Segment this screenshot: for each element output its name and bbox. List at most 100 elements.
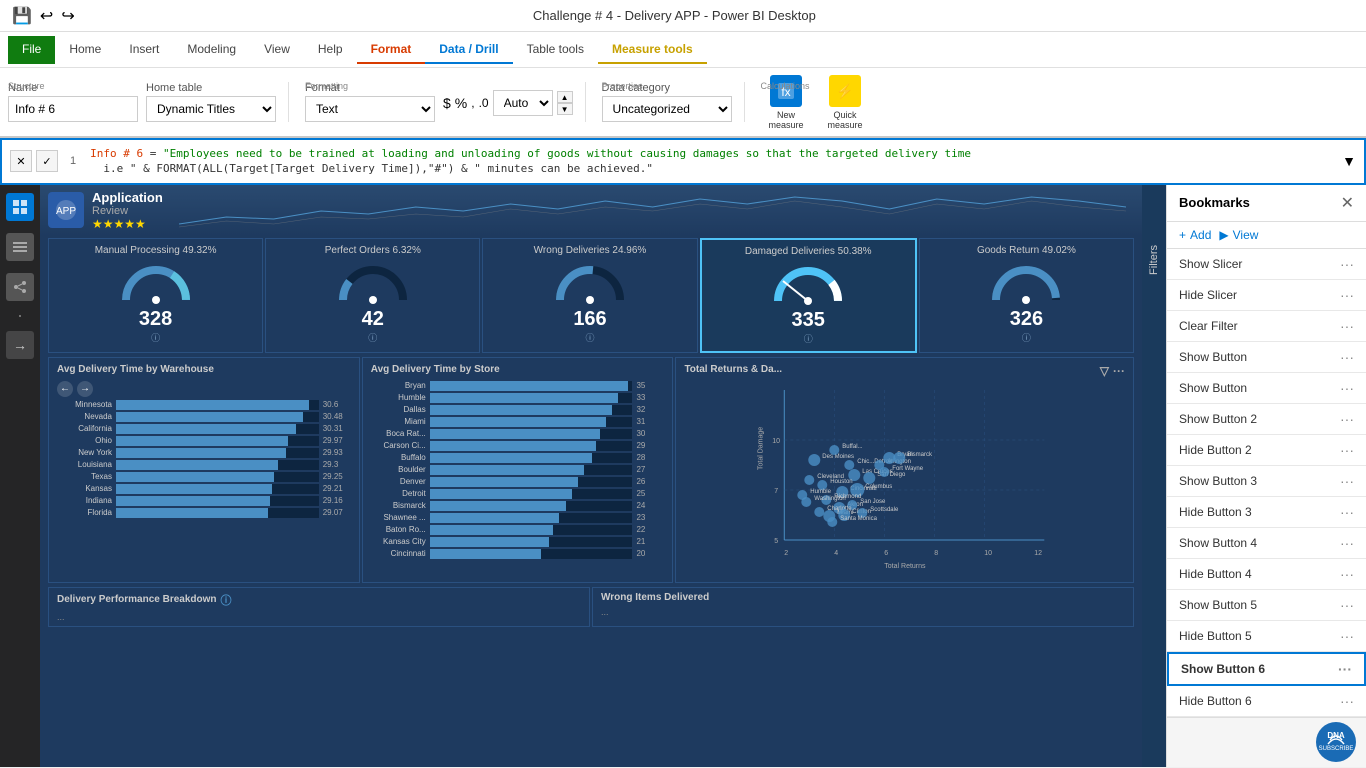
chart-delivery-performance[interactable]: Delivery Performance Breakdown ⓘ ...: [48, 587, 590, 627]
bookmark-item[interactable]: Show Button 3 ···: [1167, 466, 1366, 497]
bookmark-more-btn[interactable]: ···: [1340, 693, 1354, 709]
bar-inner: [430, 393, 619, 403]
chart-wrong-items[interactable]: Wrong Items Delivered ...: [592, 587, 1134, 627]
bookmark-item[interactable]: Show Button 4 ···: [1167, 528, 1366, 559]
svg-text:Fort Wayne: Fort Wayne: [893, 466, 924, 472]
bookmark-item[interactable]: Show Button 6 ···: [1167, 652, 1366, 686]
tab-modeling[interactable]: Modeling: [173, 36, 250, 64]
bar-outer: [430, 465, 633, 475]
sidebar-data-icon[interactable]: [6, 233, 34, 261]
bookmark-more-btn[interactable]: ···: [1340, 442, 1354, 458]
kpi-goods-return[interactable]: Goods Return 49.02% 326 ⓘ: [919, 238, 1134, 353]
tab-insert[interactable]: Insert: [115, 36, 173, 64]
filter-icon[interactable]: ▽: [1100, 364, 1109, 378]
bookmark-item[interactable]: Show Button ···: [1167, 373, 1366, 404]
home-table-select[interactable]: Dynamic Titles: [146, 96, 276, 122]
bookmarks-view-btn[interactable]: ▶ View: [1219, 228, 1258, 242]
bookmark-more-btn[interactable]: ···: [1340, 411, 1354, 427]
bar-outer: [116, 460, 319, 470]
chart-prev-btn[interactable]: ←: [57, 381, 73, 397]
chart-store[interactable]: Avg Delivery Time by Store Bryan 35 Humb…: [362, 357, 674, 583]
name-input[interactable]: [8, 96, 138, 122]
more-icon[interactable]: ···: [1113, 364, 1125, 378]
kpi-title-1: Perfect Orders 6.32%: [276, 245, 469, 256]
bookmark-item[interactable]: Hide Button 3 ···: [1167, 497, 1366, 528]
formula-expand-btn[interactable]: ▼: [1342, 153, 1356, 169]
svg-text:Humble: Humble: [811, 489, 832, 495]
increase-btn[interactable]: ▲: [557, 91, 573, 103]
tab-home[interactable]: Home: [55, 36, 115, 64]
formula-text[interactable]: Info # 6 = "Employees need to be trained…: [88, 144, 1334, 179]
bookmarks-close-btn[interactable]: ✕: [1341, 193, 1354, 213]
bookmark-item[interactable]: Show Button 2 ···: [1167, 404, 1366, 435]
bookmark-item[interactable]: Hide Button 6 ···: [1167, 686, 1366, 717]
currency-icon[interactable]: $: [443, 95, 451, 111]
bookmark-more-btn[interactable]: ···: [1340, 597, 1354, 613]
undo-icon[interactable]: ↩: [40, 6, 53, 26]
bookmark-more-btn[interactable]: ···: [1340, 287, 1354, 303]
bookmark-more-btn[interactable]: ···: [1340, 256, 1354, 272]
chart-warehouse[interactable]: Avg Delivery Time by Warehouse ← → Minne…: [48, 357, 360, 583]
sparkline-container: [179, 189, 1126, 232]
decrease-decimal-icon[interactable]: .0: [479, 96, 489, 110]
kpi-manual-processing[interactable]: Manual Processing 49.32% 328 ⓘ: [48, 238, 263, 353]
chart-next-btn[interactable]: →: [77, 381, 93, 397]
bar-inner: [430, 477, 578, 487]
bookmark-item[interactable]: Clear Filter ···: [1167, 311, 1366, 342]
format-select[interactable]: Text: [305, 96, 435, 122]
sidebar-report-icon[interactable]: [6, 193, 34, 221]
kpi-gauge-3: [768, 261, 848, 306]
bookmark-more-btn[interactable]: ···: [1340, 504, 1354, 520]
bookmark-more-btn[interactable]: ···: [1340, 318, 1354, 334]
tab-help[interactable]: Help: [304, 36, 357, 64]
bookmark-item[interactable]: Hide Button 2 ···: [1167, 435, 1366, 466]
bookmark-item[interactable]: Hide Slicer ···: [1167, 280, 1366, 311]
bookmark-more-btn[interactable]: ···: [1338, 661, 1352, 677]
chart-scatter[interactable]: Total Returns & Da... ▽ ··· Total Damage…: [675, 357, 1134, 583]
sidebar-divider: [19, 315, 21, 317]
decrease-btn[interactable]: ▼: [557, 103, 573, 115]
tab-file[interactable]: File: [8, 36, 55, 64]
bookmarks-add-btn[interactable]: + Add: [1179, 228, 1211, 242]
tab-format[interactable]: Format: [357, 36, 426, 64]
data-category-select[interactable]: Uncategorized: [602, 96, 732, 122]
tab-table-tools[interactable]: Table tools: [513, 36, 598, 64]
redo-icon[interactable]: ↪: [61, 6, 74, 26]
new-measure-btn[interactable]: fx New measure: [761, 71, 812, 134]
percent-icon[interactable]: %: [455, 95, 467, 111]
comma-icon[interactable]: ,: [471, 96, 474, 110]
formula-check-btn[interactable]: ✓: [36, 150, 58, 172]
save-icon[interactable]: 💾: [12, 6, 32, 26]
bar-label: Minnesota: [57, 400, 112, 409]
bar-outer: [116, 400, 319, 410]
bookmark-item[interactable]: Show Slicer ···: [1167, 249, 1366, 280]
quick-measure-btn[interactable]: ⚡ Quick measure: [820, 71, 871, 134]
bar-row-warehouse: Texas 29.25: [57, 472, 351, 482]
bookmark-more-btn[interactable]: ···: [1340, 535, 1354, 551]
bookmark-item[interactable]: Hide Button 4 ···: [1167, 559, 1366, 590]
filters-label[interactable]: Filters: [1148, 245, 1160, 275]
bookmark-item[interactable]: Show Button ···: [1167, 342, 1366, 373]
auto-select[interactable]: Auto: [493, 90, 553, 116]
filters-panel[interactable]: Filters: [1142, 185, 1166, 767]
kpi-wrong-deliveries[interactable]: Wrong Deliveries 24.96% 166 ⓘ: [482, 238, 697, 353]
tab-view[interactable]: View: [250, 36, 304, 64]
bookmark-more-btn[interactable]: ···: [1340, 473, 1354, 489]
bookmark-more-btn[interactable]: ···: [1340, 380, 1354, 396]
formula-bar-controls: ✕ ✓: [10, 150, 58, 172]
bookmark-more-btn[interactable]: ···: [1340, 628, 1354, 644]
tab-measure-tools[interactable]: Measure tools: [598, 36, 707, 64]
bookmark-item[interactable]: Show Button 5 ···: [1167, 590, 1366, 621]
sidebar-model-icon[interactable]: [6, 273, 34, 301]
formula-close-btn[interactable]: ✕: [10, 150, 32, 172]
bookmark-item[interactable]: Hide Button 5 ···: [1167, 621, 1366, 652]
bookmark-label: Hide Button 6: [1179, 694, 1252, 708]
kpi-perfect-orders[interactable]: Perfect Orders 6.32% 42 ⓘ: [265, 238, 480, 353]
bookmark-more-btn[interactable]: ···: [1340, 566, 1354, 582]
bar-inner: [116, 400, 309, 410]
kpi-damaged-deliveries[interactable]: Damaged Deliveries 50.38% 335 ⓘ: [700, 238, 917, 353]
bar-outer: [116, 496, 319, 506]
sidebar-nav-prev[interactable]: →: [6, 331, 34, 359]
bookmark-more-btn[interactable]: ···: [1340, 349, 1354, 365]
tab-data-drill[interactable]: Data / Drill: [425, 36, 512, 64]
